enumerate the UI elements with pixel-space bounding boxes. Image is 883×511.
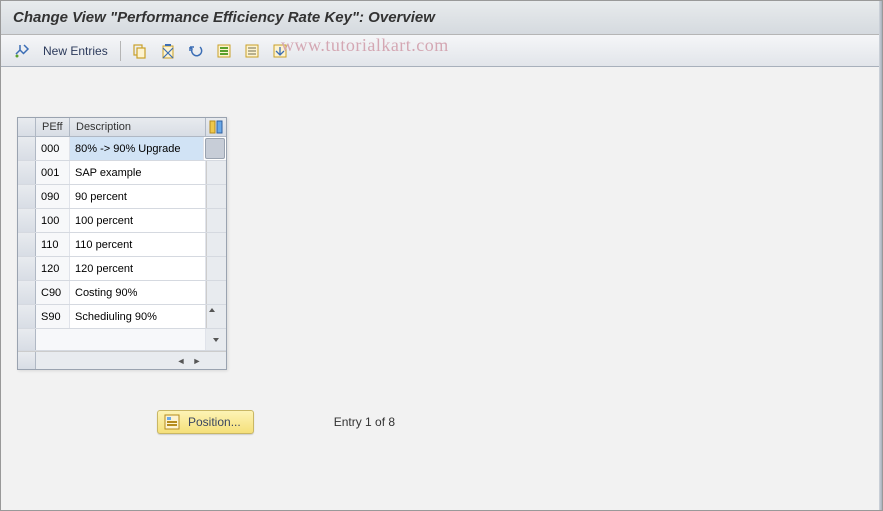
- peff-cell[interactable]: 120: [36, 257, 70, 280]
- table-row[interactable]: C90Costing 90%: [18, 281, 226, 305]
- peff-cell[interactable]: 090: [36, 185, 70, 208]
- footer: Position... Entry 1 of 8: [17, 410, 882, 434]
- description-cell[interactable]: 80% -> 90% Upgrade: [70, 137, 204, 160]
- table-row[interactable]: 00080% -> 90% Upgrade: [18, 137, 226, 161]
- row-selector[interactable]: [18, 137, 36, 160]
- vertical-scrollbar[interactable]: [206, 281, 226, 304]
- row-selector[interactable]: [18, 305, 36, 328]
- table-row[interactable]: 09090 percent: [18, 185, 226, 209]
- new-entries-button[interactable]: New Entries: [39, 42, 112, 60]
- vertical-scrollbar[interactable]: [206, 209, 226, 232]
- peff-cell[interactable]: C90: [36, 281, 70, 304]
- deselect-all-icon[interactable]: [241, 40, 263, 62]
- vertical-scrollbar[interactable]: [206, 305, 226, 328]
- vertical-scrollbar[interactable]: [206, 161, 226, 184]
- description-cell[interactable]: Costing 90%: [70, 281, 206, 304]
- vertical-scrollbar[interactable]: [205, 138, 225, 159]
- delete-icon[interactable]: [157, 40, 179, 62]
- content-area: PEff Description 00080% -> 90% Upgrade00…: [1, 67, 882, 434]
- vertical-scrollbar[interactable]: [206, 233, 226, 256]
- description-cell[interactable]: 90 percent: [70, 185, 206, 208]
- copy-icon[interactable]: [129, 40, 151, 62]
- separator: [120, 41, 121, 61]
- peff-cell[interactable]: 100: [36, 209, 70, 232]
- row-selector[interactable]: [18, 209, 36, 232]
- print-icon[interactable]: [269, 40, 291, 62]
- select-column-header[interactable]: [18, 118, 36, 136]
- row-selector[interactable]: [18, 161, 36, 184]
- toggle-display-icon[interactable]: [11, 40, 33, 62]
- table-body: 00080% -> 90% Upgrade001SAP example09090…: [18, 137, 226, 329]
- description-cell[interactable]: 120 percent: [70, 257, 206, 280]
- row-selector[interactable]: [18, 185, 36, 208]
- horizontal-scrollbar[interactable]: ◄ ►: [18, 351, 226, 369]
- row-selector[interactable]: [18, 233, 36, 256]
- table-row[interactable]: 100100 percent: [18, 209, 226, 233]
- description-cell[interactable]: 100 percent: [70, 209, 206, 232]
- description-cell[interactable]: Schediuling 90%: [70, 305, 206, 328]
- row-selector[interactable]: [18, 329, 36, 350]
- position-button[interactable]: Position...: [157, 410, 254, 434]
- undo-icon[interactable]: [185, 40, 207, 62]
- row-selector[interactable]: [18, 257, 36, 280]
- select-all-icon[interactable]: [213, 40, 235, 62]
- peff-cell[interactable]: 001: [36, 161, 70, 184]
- peff-cell[interactable]: 110: [36, 233, 70, 256]
- description-cell[interactable]: 110 percent: [70, 233, 206, 256]
- title-bar: Change View "Performance Efficiency Rate…: [1, 1, 882, 35]
- scroll-right-icon[interactable]: ►: [190, 354, 204, 368]
- configure-columns-icon[interactable]: [206, 118, 226, 136]
- description-column-header[interactable]: Description: [70, 118, 206, 136]
- vertical-scrollbar[interactable]: [206, 185, 226, 208]
- empty-row: [18, 329, 226, 351]
- scroll-down-icon[interactable]: [206, 329, 226, 350]
- peff-cell[interactable]: 000: [36, 137, 70, 160]
- table-row[interactable]: S90Schediuling 90%: [18, 305, 226, 329]
- peff-column-header[interactable]: PEff: [36, 118, 70, 136]
- table-header: PEff Description: [18, 118, 226, 137]
- table-row[interactable]: 120120 percent: [18, 257, 226, 281]
- table-row[interactable]: 001SAP example: [18, 161, 226, 185]
- entry-count-text: Entry 1 of 8: [334, 415, 395, 429]
- position-label: Position...: [188, 415, 241, 429]
- row-selector[interactable]: [18, 281, 36, 304]
- window-border: [879, 1, 882, 510]
- vertical-scrollbar[interactable]: [206, 257, 226, 280]
- peff-cell[interactable]: S90: [36, 305, 70, 328]
- page-title: Change View "Performance Efficiency Rate…: [13, 9, 870, 26]
- position-icon: [164, 414, 180, 430]
- toolbar: New Entries: [1, 35, 882, 67]
- data-table: PEff Description 00080% -> 90% Upgrade00…: [17, 117, 227, 370]
- table-row[interactable]: 110110 percent: [18, 233, 226, 257]
- description-cell[interactable]: SAP example: [70, 161, 206, 184]
- scroll-left-icon[interactable]: ◄: [174, 354, 188, 368]
